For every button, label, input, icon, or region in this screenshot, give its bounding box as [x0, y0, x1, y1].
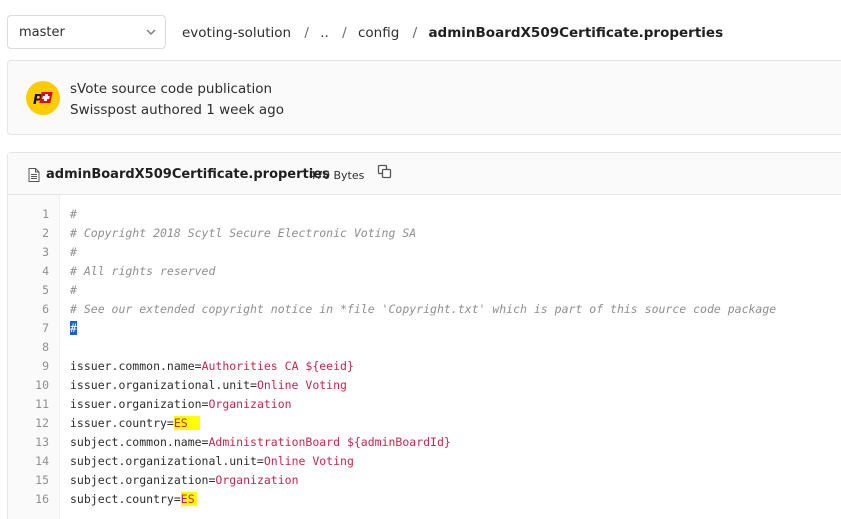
- code-comment: # See our extended copyright notice in *…: [70, 302, 777, 316]
- code-line: issuer.organizational.unit=Online Voting: [70, 376, 347, 395]
- code-line: subject.organizational.unit=Online Votin…: [70, 452, 354, 471]
- breadcrumb-separator: /: [412, 25, 418, 41]
- file-header: adminBoardX509Certificate.properties 470…: [8, 153, 841, 195]
- code-comment: # Copyright 2018 Scytl Secure Electronic…: [70, 226, 417, 240]
- code-line: #: [70, 205, 77, 224]
- code-value: Online Voting: [263, 454, 354, 468]
- file-size: 470 Bytes: [309, 169, 365, 182]
- last-commit-panel: P sVote source code publication Swisspos…: [7, 60, 841, 135]
- code-line: # See our extended copyright notice in *…: [70, 300, 776, 319]
- branch-label: master: [19, 25, 65, 40]
- swisspost-logo-icon: P: [33, 92, 53, 108]
- breadcrumb-separator: /: [342, 25, 347, 41]
- code-line: issuer.organization=Organization: [70, 395, 292, 414]
- code-line: issuer.country=ES: [70, 414, 200, 433]
- code-line: subject.organization=Organization: [70, 471, 299, 490]
- line-number[interactable]: 14: [8, 452, 49, 471]
- code-key: subject.organization=: [70, 473, 216, 487]
- code-line: # Copyright 2018 Scytl Secure Electronic…: [70, 224, 416, 243]
- code-comment: #: [70, 321, 77, 335]
- code-line: #: [70, 319, 77, 338]
- code-line: # All rights reserved: [70, 262, 215, 281]
- line-number[interactable]: 8: [8, 338, 49, 357]
- code-line: subject.common.name=AdministrationBoard …: [70, 433, 451, 452]
- code-comment: #: [70, 207, 77, 221]
- chevron-down-icon: [146, 29, 156, 35]
- line-number[interactable]: 4: [8, 262, 49, 281]
- line-number-gutter: 1 2 3 4 5 6 7 8 9 10 11 12 13 14 15 16: [8, 195, 60, 519]
- code-key: subject.country=: [70, 492, 181, 506]
- code-key: issuer.country=: [70, 416, 174, 430]
- code-comment: # All rights reserved: [70, 264, 216, 278]
- file-viewer: adminBoardX509Certificate.properties 470…: [7, 152, 841, 519]
- breadcrumb-separator: /: [304, 25, 309, 41]
- line-number[interactable]: 10: [8, 376, 49, 395]
- line-number[interactable]: 6: [8, 300, 49, 319]
- line-number[interactable]: 13: [8, 433, 49, 452]
- commit-title[interactable]: sVote source code publication: [70, 81, 272, 97]
- code-line: issuer.common.name=Authorities CA ${eeid…: [70, 357, 354, 376]
- file-icon: [28, 168, 40, 182]
- code-key: subject.organizational.unit=: [70, 454, 264, 468]
- code-value: Organization: [215, 473, 299, 487]
- code-line: subject.country=ES: [70, 490, 197, 509]
- code-comment: #: [70, 283, 77, 297]
- code-value: ES: [180, 492, 197, 506]
- line-number[interactable]: 7: [8, 319, 49, 338]
- line-number[interactable]: 2: [8, 224, 49, 243]
- breadcrumb-current-file: adminBoardX509Certificate.properties: [428, 25, 724, 41]
- code-key: subject.common.name=: [70, 435, 209, 449]
- copy-icon[interactable]: [377, 164, 393, 180]
- branch-selector[interactable]: master: [7, 15, 166, 49]
- avatar[interactable]: P: [26, 81, 60, 115]
- code-value: Organization: [208, 397, 292, 411]
- code-key: issuer.organization=: [70, 397, 209, 411]
- code-key: issuer.common.name=: [70, 359, 202, 373]
- breadcrumb-item-config[interactable]: config: [358, 25, 399, 41]
- code-value: AdministrationBoard ${adminBoardId}: [208, 435, 451, 449]
- breadcrumb: evoting-solution / .. / config / adminBo…: [182, 25, 723, 41]
- file-name: adminBoardX509Certificate.properties: [46, 167, 330, 182]
- code-comment: #: [70, 245, 77, 259]
- code-value: ES: [173, 416, 200, 430]
- code-value: Authorities CA ${eeid}: [201, 359, 354, 373]
- line-number[interactable]: 15: [8, 471, 49, 490]
- code-key: issuer.organizational.unit=: [70, 378, 257, 392]
- line-number[interactable]: 11: [8, 395, 49, 414]
- code-line: #: [70, 281, 77, 300]
- line-number[interactable]: 12: [8, 414, 49, 433]
- line-number[interactable]: 9: [8, 357, 49, 376]
- breadcrumb-item-parent[interactable]: ..: [320, 25, 329, 41]
- line-number[interactable]: 1: [8, 205, 49, 224]
- code-line: #: [70, 243, 77, 262]
- line-number[interactable]: 16: [8, 490, 49, 509]
- line-number[interactable]: 3: [8, 243, 49, 262]
- line-number[interactable]: 5: [8, 281, 49, 300]
- commit-author-meta: Swisspost authored 1 week ago: [70, 102, 284, 118]
- breadcrumb-item-evoting-solution[interactable]: evoting-solution: [182, 25, 291, 41]
- code-value: Online Voting: [256, 378, 347, 392]
